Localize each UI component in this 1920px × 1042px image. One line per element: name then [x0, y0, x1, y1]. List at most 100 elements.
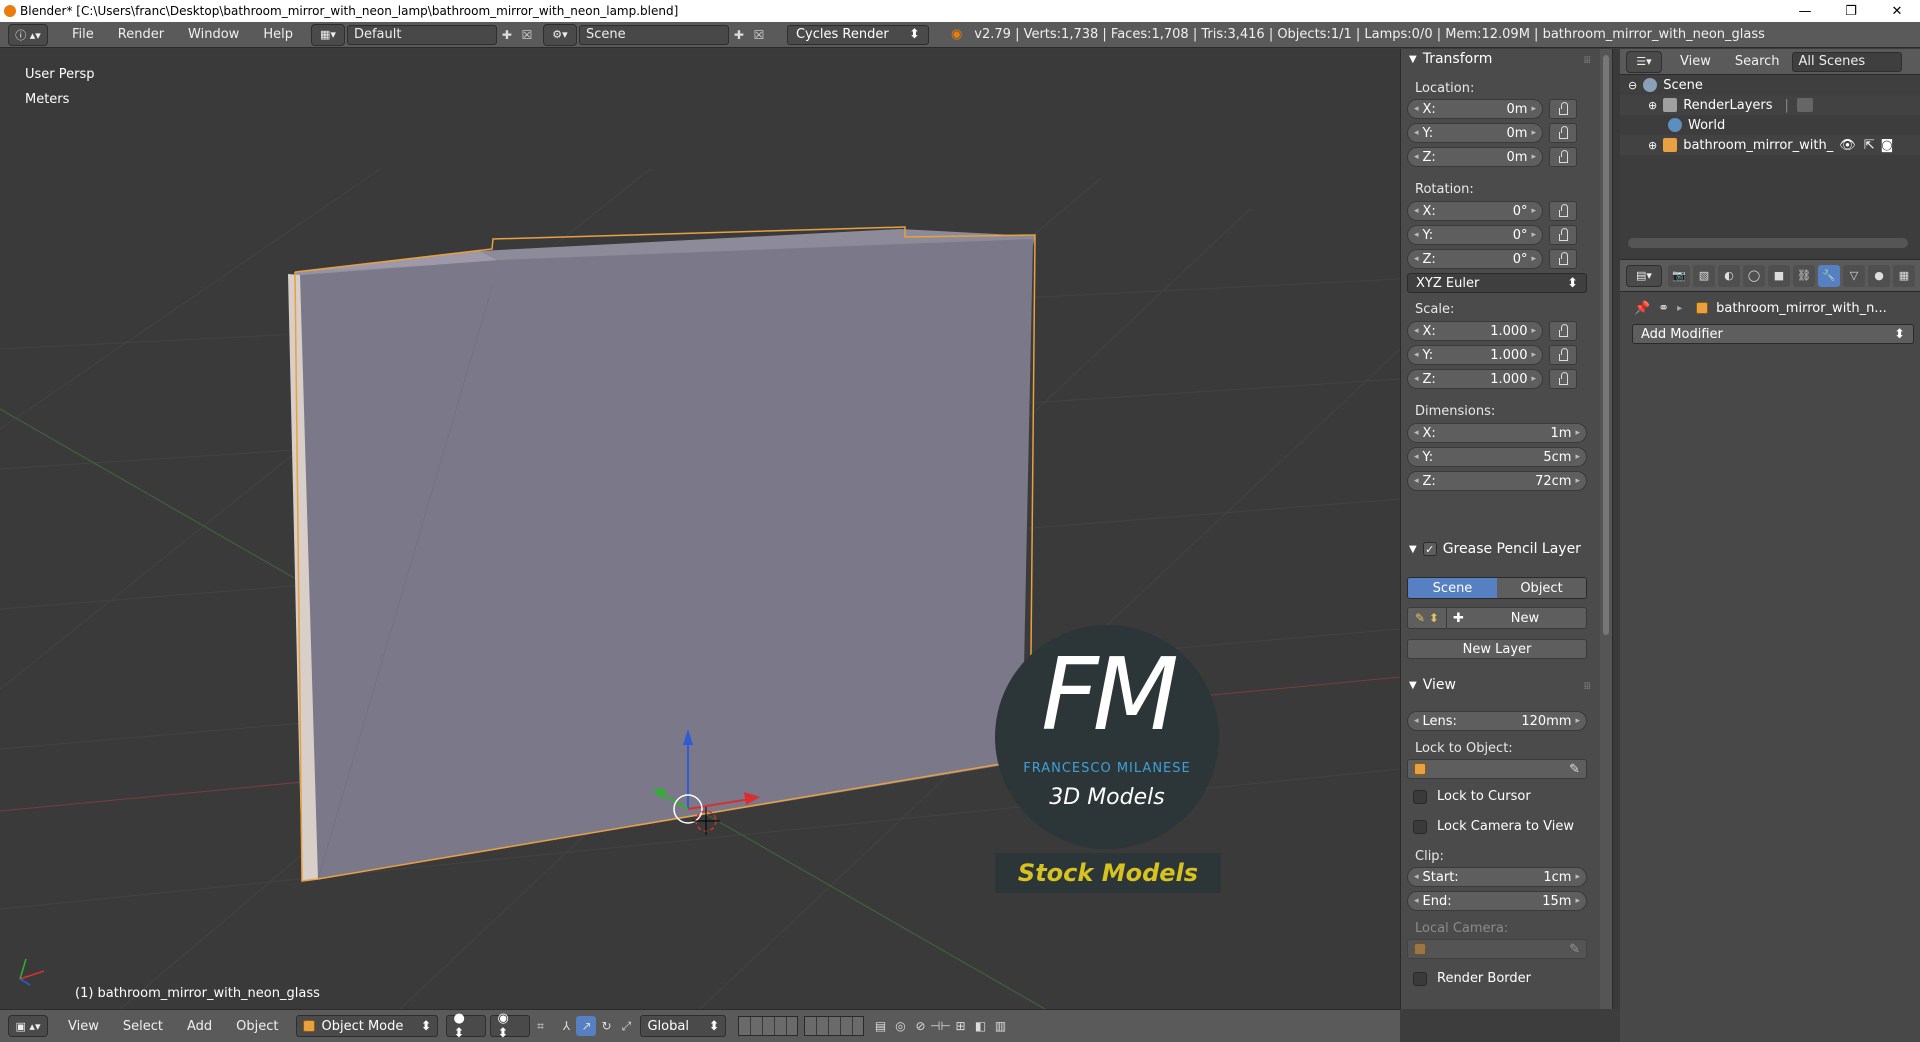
remove-layout-icon[interactable]: ☒ — [517, 25, 537, 45]
visibility-eye-icon[interactable]: 👁 — [1839, 138, 1856, 153]
add-layout-icon[interactable]: ✚ — [497, 25, 517, 45]
render-layers-tab-icon[interactable]: ▧ — [1693, 264, 1715, 287]
object-tab-icon[interactable]: ■ — [1768, 264, 1790, 287]
menu-render[interactable]: Render — [106, 27, 176, 42]
expand-icon[interactable]: ⊕ — [1648, 99, 1657, 112]
mode-dropdown[interactable]: Object Mode ⬍ — [296, 1015, 439, 1037]
proportional-editing-icon[interactable]: ◎ — [890, 1016, 910, 1036]
outliner-editor-type[interactable]: ☰▾ — [1626, 50, 1662, 73]
grid-icon[interactable]: ⊞ — [950, 1016, 970, 1036]
rotation-y-field[interactable]: ◂ Y: 0° ▸ — [1407, 225, 1543, 245]
close-button[interactable]: ✕ — [1874, 0, 1920, 22]
rotation-mode-dropdown[interactable]: XYZ Euler ⬍ — [1407, 273, 1587, 293]
grease-pencil-new-button[interactable]: ✚ New — [1447, 607, 1587, 629]
lock-camera-to-view-checkbox[interactable]: Lock Camera to View — [1413, 819, 1574, 834]
pencil-icon[interactable]: ✎ ⬍ — [1407, 607, 1447, 629]
lens-field[interactable]: ◂ Lens: 120mm ▸ — [1407, 711, 1587, 731]
editor-type-selector-3d[interactable]: ▣ ▴▾ — [8, 1015, 48, 1037]
scene-tab-icon[interactable]: ◐ — [1718, 264, 1740, 287]
collapse-icon[interactable]: ⊖ — [1628, 79, 1637, 92]
layer-buttons-2[interactable] — [804, 1016, 865, 1036]
editor-type-selector[interactable]: ⓘ ▴▾ — [8, 23, 48, 46]
dimension-y-field[interactable]: ◂ Y: 5cm ▸ — [1407, 447, 1587, 467]
lock-icon[interactable] — [1549, 201, 1577, 221]
outliner-row-renderlayers[interactable]: ⊕ RenderLayers | — [1620, 95, 1920, 115]
world-tab-icon[interactable]: ◯ — [1743, 264, 1765, 287]
opengl-render-icon[interactable]: ◧ — [970, 1016, 990, 1036]
manipulator-toggle-icon[interactable]: ⅄ — [556, 1016, 576, 1036]
minimize-button[interactable]: — — [1782, 0, 1828, 22]
scene-field[interactable]: Scene — [578, 24, 729, 45]
lock-icon[interactable] — [1549, 123, 1577, 143]
scale-y-field[interactable]: ◂ Y: 1.000 ▸ — [1407, 345, 1543, 365]
location-x-field[interactable]: ◂ X: 0m ▸ — [1407, 99, 1543, 119]
clip-end-field[interactable]: ◂ End: 15m ▸ — [1407, 891, 1587, 911]
eyedropper-icon[interactable]: ✎ — [1569, 762, 1580, 777]
grease-pencil-panel-header[interactable]: ▼ ✓ Grease Pencil Layer — [1409, 541, 1581, 557]
3d-viewport[interactable]: User Persp Meters (1) bathroom_mirror_wi… — [0, 49, 1400, 1009]
menu-add[interactable]: Add — [175, 1019, 224, 1034]
layer-buttons[interactable] — [738, 1016, 799, 1036]
lock-to-object-field[interactable]: ✎ — [1407, 759, 1587, 779]
location-y-field[interactable]: ◂ Y: 0m ▸ — [1407, 123, 1543, 143]
menu-file[interactable]: File — [60, 27, 106, 42]
area-separator[interactable] — [1612, 49, 1620, 1009]
dimension-x-field[interactable]: ◂ X: 1m ▸ — [1407, 423, 1587, 443]
maximize-button[interactable]: ❐ — [1828, 0, 1874, 22]
menu-view[interactable]: View — [56, 1019, 111, 1034]
rotation-x-field[interactable]: ◂ X: 0° ▸ — [1407, 201, 1543, 221]
grease-pencil-object-tab[interactable]: Object — [1497, 578, 1586, 598]
menu-select[interactable]: Select — [111, 1019, 175, 1034]
proportional-icon[interactable]: ⌗ — [530, 1016, 550, 1036]
data-tab-icon[interactable]: ▽ — [1843, 264, 1865, 287]
outliner-row-world[interactable]: World — [1620, 115, 1920, 135]
clip-start-field[interactable]: ◂ Start: 1cm ▸ — [1407, 867, 1587, 887]
selectability-cursor-icon[interactable]: ⇱ — [1864, 138, 1875, 153]
mirror-object[interactable] — [288, 226, 1036, 882]
grease-pencil-enable-checkbox[interactable]: ✓ — [1422, 542, 1437, 556]
opengl-anim-icon[interactable]: ▥ — [990, 1016, 1010, 1036]
rotation-z-field[interactable]: ◂ Z: 0° ▸ — [1407, 249, 1543, 269]
constraints-tab-icon[interactable]: ⛓ — [1793, 264, 1815, 287]
lock-icon[interactable] — [1549, 147, 1577, 167]
expand-icon[interactable]: ⊕ — [1648, 139, 1657, 152]
add-modifier-dropdown[interactable]: Add Modifier ⬍ — [1632, 324, 1914, 344]
render-border-checkbox[interactable]: Render Border — [1413, 971, 1531, 986]
menu-object[interactable]: Object — [224, 1019, 290, 1034]
render-tab-icon[interactable]: 📷 — [1668, 264, 1690, 287]
rotate-manipulator-icon[interactable]: ↻ — [596, 1016, 616, 1036]
lock-icon[interactable] — [1549, 99, 1577, 119]
view-panel-header[interactable]: ▼ View — [1409, 677, 1456, 693]
local-camera-field[interactable]: ✎ — [1407, 939, 1587, 959]
scale-manipulator-icon[interactable]: ⤢ — [616, 1016, 636, 1036]
outliner-row-object[interactable]: ⊕ bathroom_mirror_with_ 👁 ⇱ ◙ — [1620, 135, 1920, 155]
transform-orientation-dropdown[interactable]: Global ⬍ — [640, 1015, 727, 1037]
translate-manipulator-icon[interactable]: ↗ — [576, 1016, 597, 1036]
transform-panel-header[interactable]: ▼ Transform — [1409, 51, 1492, 67]
lock-icon[interactable] — [1549, 345, 1577, 365]
snap-icon[interactable]: ⊘ — [910, 1016, 930, 1036]
render-engine-dropdown[interactable]: Cycles Render ⬍ — [786, 24, 929, 45]
scene-icon[interactable]: ⚙▾ — [542, 23, 577, 46]
render-layer-toggle-icon[interactable] — [1796, 98, 1813, 112]
dimension-z-field[interactable]: ◂ Z: 72cm ▸ — [1407, 471, 1587, 491]
screen-layout-icon[interactable]: ▦▾ — [310, 23, 345, 46]
lock-icon[interactable] — [1549, 249, 1577, 269]
pivot-point-dropdown[interactable]: ◉ ⬍ — [490, 1011, 531, 1041]
layout-field[interactable]: Default — [346, 24, 497, 45]
outliner-view-menu[interactable]: View — [1668, 54, 1723, 69]
outliner-display-mode-dropdown[interactable]: All Scenes — [1791, 51, 1902, 72]
outliner-search-menu[interactable]: Search — [1723, 54, 1792, 69]
add-scene-icon[interactable]: ✚ — [729, 25, 749, 45]
properties-editor-type[interactable]: ▤▾ — [1626, 264, 1662, 287]
remove-scene-icon[interactable]: ☒ — [749, 25, 769, 45]
outliner-row-scene[interactable]: ⊖ Scene — [1620, 75, 1920, 95]
menu-help[interactable]: Help — [251, 27, 305, 42]
snap-element-icon[interactable]: ⊣⊢ — [930, 1016, 951, 1036]
material-tab-icon[interactable]: ● — [1868, 264, 1890, 287]
lock-icon[interactable] — [1549, 321, 1577, 341]
outliner-horizontal-scrollbar[interactable] — [1628, 238, 1908, 248]
new-layer-button[interactable]: New Layer — [1407, 639, 1587, 659]
renderability-camera-icon[interactable]: ◙ — [1881, 138, 1894, 153]
grease-pencil-scene-tab[interactable]: Scene — [1408, 578, 1497, 598]
